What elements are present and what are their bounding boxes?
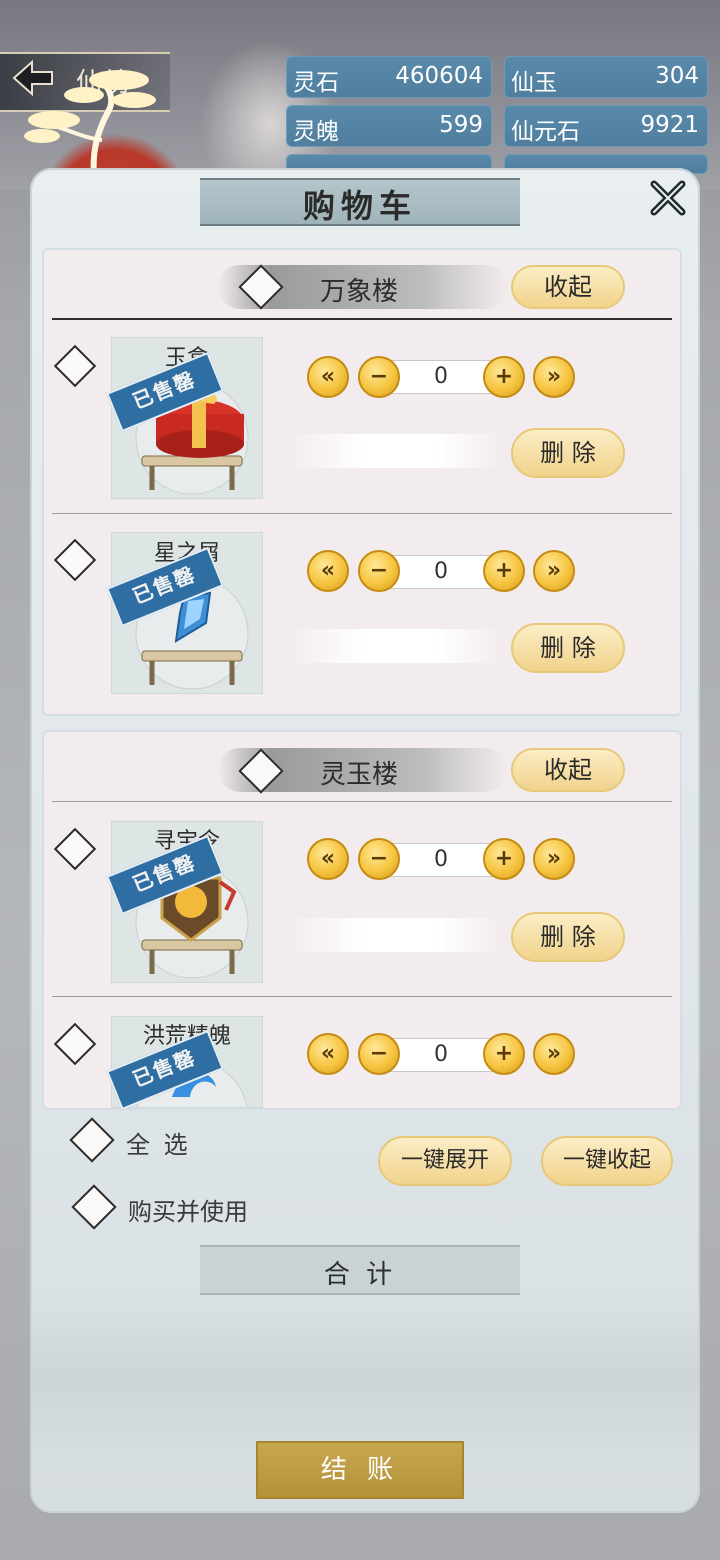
minus-button[interactable]: −: [358, 356, 400, 398]
plus-button[interactable]: +: [483, 838, 525, 880]
section-divider: [52, 801, 672, 802]
price-placeholder: [290, 434, 500, 468]
expand-all-button[interactable]: 一键展开: [378, 1136, 512, 1186]
resource-name: 灵魄: [293, 119, 339, 145]
min-quantity-button[interactable]: «: [307, 550, 349, 592]
close-icon[interactable]: [646, 176, 690, 220]
collapse-button[interactable]: 收起: [511, 265, 625, 309]
panel-title: 购物车: [302, 187, 417, 225]
item-divider: [52, 996, 672, 997]
max-quantity-button[interactable]: »: [533, 838, 575, 880]
min-quantity-button[interactable]: «: [307, 356, 349, 398]
total-label: 合 计: [323, 1260, 397, 1290]
section-divider: [52, 318, 672, 320]
resource-name: 灵石: [293, 70, 339, 96]
quantity-field[interactable]: 0: [386, 360, 496, 394]
collapse-button[interactable]: 收起: [511, 748, 625, 792]
max-quantity-button[interactable]: »: [533, 550, 575, 592]
delete-button[interactable]: 删 除: [511, 623, 625, 673]
resource-value: 9921: [640, 112, 699, 138]
minus-button[interactable]: −: [358, 550, 400, 592]
plus-button[interactable]: +: [483, 356, 525, 398]
resource-value: 460604: [395, 63, 483, 89]
resource-xianyu: 仙玉 304: [504, 56, 708, 98]
collapse-all-button[interactable]: 一键收起: [541, 1136, 673, 1186]
section-name: 万象楼: [320, 277, 399, 307]
minus-button[interactable]: −: [358, 1033, 400, 1075]
mist-background: [32, 1300, 698, 1450]
minus-button[interactable]: −: [358, 838, 400, 880]
plus-button[interactable]: +: [483, 550, 525, 592]
quantity-field[interactable]: 0: [386, 555, 496, 589]
buy-and-use-label: 购买并使用: [128, 1198, 248, 1226]
resource-name: 仙元石: [511, 119, 580, 145]
resource-value: 304: [655, 63, 699, 89]
checkout-button[interactable]: 结 账: [256, 1441, 464, 1499]
resource-xianyuanshi: 仙元石 9921: [504, 105, 708, 147]
quantity-field[interactable]: 0: [386, 843, 496, 877]
quantity-field[interactable]: 0: [386, 1038, 496, 1072]
resource-name: 仙玉: [511, 70, 557, 96]
price-placeholder: [290, 918, 500, 952]
section-name: 灵玉楼: [320, 760, 399, 790]
max-quantity-button[interactable]: »: [533, 1033, 575, 1075]
delete-button[interactable]: 删 除: [511, 428, 625, 478]
delete-button[interactable]: 删 除: [511, 912, 625, 962]
price-placeholder: [290, 629, 500, 663]
pine-tree-decoration: [24, 70, 156, 176]
plus-button[interactable]: +: [483, 1033, 525, 1075]
resource-value: 599: [439, 112, 483, 138]
item-divider: [52, 513, 672, 514]
max-quantity-button[interactable]: »: [533, 356, 575, 398]
min-quantity-button[interactable]: «: [307, 1033, 349, 1075]
resource-lingpo: 灵魄 599: [286, 105, 492, 147]
min-quantity-button[interactable]: «: [307, 838, 349, 880]
select-all-label: 全 选: [126, 1131, 191, 1159]
resource-lingshi: 灵石 460604: [286, 56, 492, 98]
